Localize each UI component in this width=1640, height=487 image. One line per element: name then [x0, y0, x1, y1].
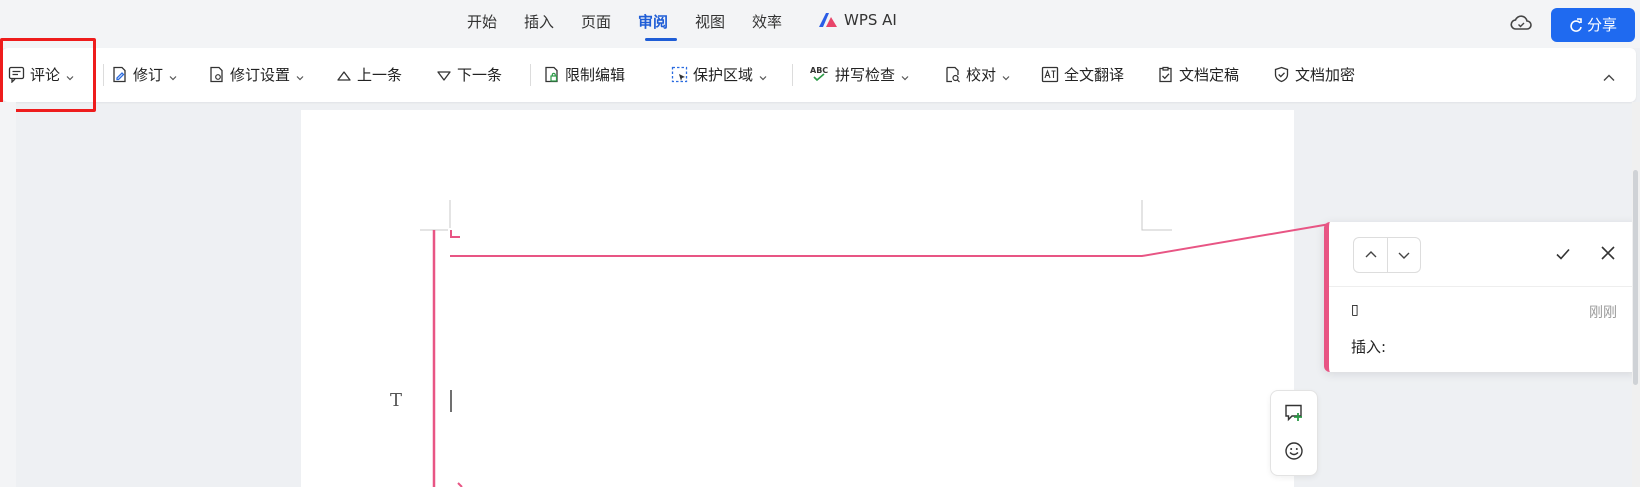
comment-navigation [1353, 237, 1421, 273]
chevron-down-icon[interactable] [1396, 247, 1412, 267]
page-corner-mark-right [1141, 200, 1172, 231]
comment-divider [1329, 286, 1632, 287]
chevron-up-icon[interactable] [1363, 247, 1379, 267]
vertical-scrollbar-thumb[interactable] [1633, 170, 1638, 385]
accept-check-icon[interactable] [1554, 245, 1572, 267]
page-corner-mark-left [420, 200, 451, 231]
text-format-icon[interactable]: T [390, 390, 402, 411]
add-comment-icon[interactable] [1284, 403, 1304, 427]
revision-tick-top [450, 230, 460, 238]
revision-tick-bottom [457, 482, 463, 487]
comment-time: 刚刚 [1589, 305, 1617, 321]
floating-tools [1270, 390, 1318, 476]
comment-author: ▯ [1351, 302, 1359, 318]
nav-divider [1387, 238, 1388, 272]
emoji-icon[interactable] [1284, 441, 1304, 465]
comment-connector-line [450, 223, 1331, 257]
comment-body: 插入: [1351, 338, 1387, 356]
comment-card: ▯ 刚刚 插入: [1324, 222, 1637, 372]
reject-close-icon[interactable] [1600, 245, 1616, 265]
